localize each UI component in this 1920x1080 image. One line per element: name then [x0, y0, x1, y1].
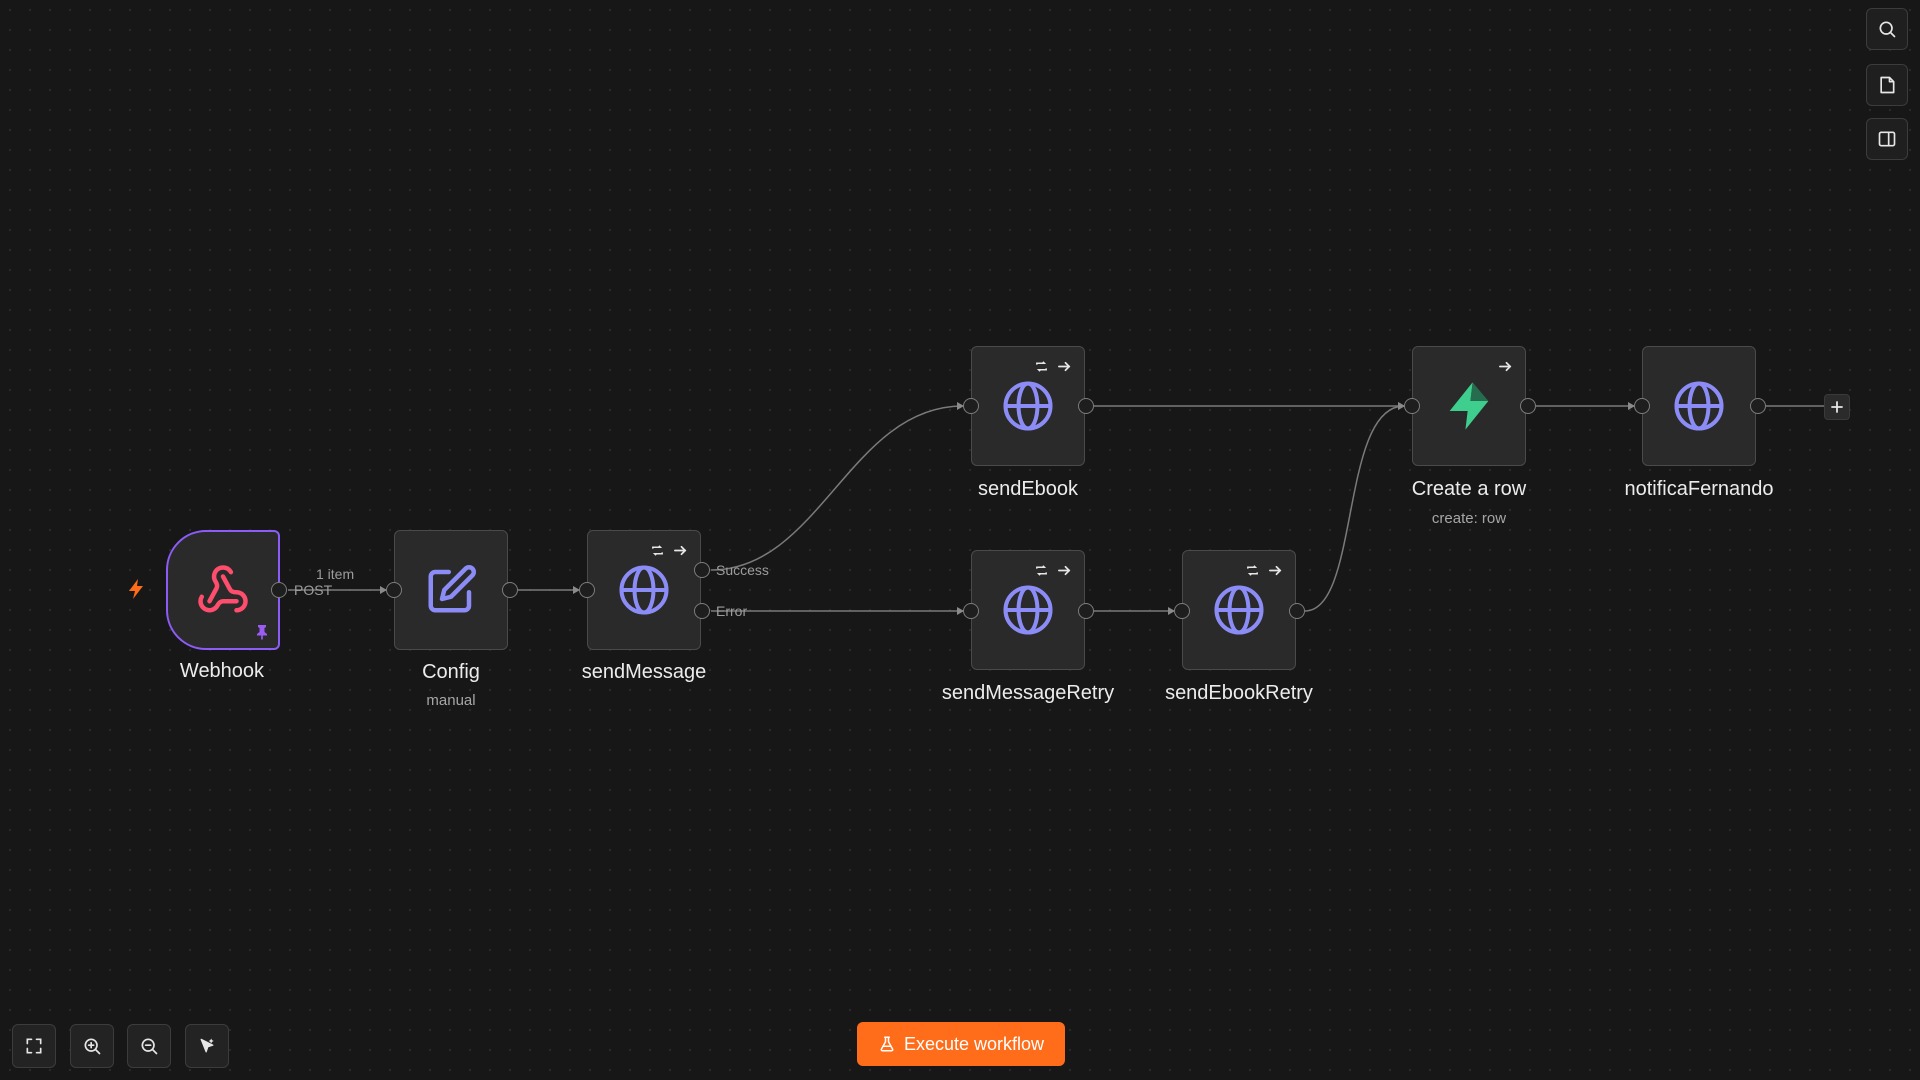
notifica-output-port[interactable] — [1750, 398, 1766, 414]
node-config[interactable] — [394, 530, 508, 650]
globe-icon — [617, 563, 671, 617]
add-node-button[interactable] — [1824, 394, 1850, 420]
search-icon — [1879, 21, 1896, 38]
config-input-port[interactable] — [386, 582, 402, 598]
connection-layer — [288, 402, 1824, 615]
globe-icon — [1212, 583, 1266, 637]
node-webhook[interactable] — [166, 530, 280, 650]
zoom-out-icon — [141, 1038, 158, 1055]
node-config-subtitle: manual — [426, 692, 476, 709]
node-sendebook[interactable] — [971, 346, 1085, 466]
node-notificafernando-label: notificaFernando — [1624, 478, 1774, 500]
notifica-input-port[interactable] — [1634, 398, 1650, 414]
sendmessage-success-port[interactable] — [694, 562, 710, 578]
sendmessageretry-input-port[interactable] — [963, 603, 979, 619]
tidy-up-icon — [200, 1038, 214, 1053]
arrow-right-icon — [1057, 359, 1072, 374]
node-createrow[interactable] — [1412, 346, 1526, 466]
webhook-output-label: POST — [294, 582, 333, 598]
sendebook-output-port[interactable] — [1078, 398, 1094, 414]
node-sendebookretry[interactable] — [1182, 550, 1296, 670]
node-sendebookretry-label: sendEbookRetry — [1165, 682, 1313, 704]
execute-workflow-label: Execute workflow — [903, 1033, 1045, 1054]
pin-icon — [257, 625, 267, 640]
node-sendmessage-label: sendMessage — [581, 661, 707, 683]
sticky-note-icon — [1880, 76, 1895, 94]
arrow-right-icon — [1268, 563, 1283, 578]
retry-icon — [1034, 359, 1049, 374]
webhook-output-port[interactable] — [271, 582, 287, 598]
zoom-in-button[interactable] — [70, 1024, 114, 1068]
node-createrow-label: Create a row — [1411, 478, 1527, 500]
node-sendmessageretry-label: sendMessageRetry — [941, 682, 1115, 704]
node-createrow-subtitle: create: row — [1431, 510, 1507, 527]
zoom-out-button[interactable] — [127, 1024, 171, 1068]
zoom-in-icon — [84, 1038, 101, 1055]
node-sendmessage[interactable] — [587, 530, 701, 650]
panel-toggle-icon — [1878, 131, 1896, 147]
createrow-input-port[interactable] — [1404, 398, 1420, 414]
node-sendebook-label: sendEbook — [977, 478, 1079, 500]
retry-icon — [650, 543, 665, 558]
add-sticky-note-button[interactable] — [1866, 64, 1908, 106]
execute-workflow-button[interactable]: Execute workflow — [857, 1022, 1065, 1066]
edge-sendebookretry-createrow[interactable] — [1304, 402, 1405, 612]
edit-icon — [424, 563, 478, 617]
globe-icon — [1672, 379, 1726, 433]
webhook-icon — [196, 563, 250, 617]
node-notificafernando[interactable] — [1642, 346, 1756, 466]
success-output-label: Success — [716, 562, 769, 578]
node-sendmessageretry[interactable] — [971, 550, 1085, 670]
plus-icon — [1831, 401, 1843, 413]
sendmessage-input-port[interactable] — [579, 582, 595, 598]
sendebookretry-output-port[interactable] — [1289, 603, 1305, 619]
arrow-right-icon — [1498, 359, 1513, 374]
createrow-output-port[interactable] — [1520, 398, 1536, 414]
toggle-panel-button[interactable] — [1866, 118, 1908, 160]
retry-icon — [1034, 563, 1049, 578]
fit-view-icon — [26, 1038, 42, 1054]
supabase-icon — [1442, 379, 1496, 433]
search-nodes-button[interactable] — [1866, 8, 1908, 50]
config-output-port[interactable] — [502, 582, 518, 598]
arrow-right-icon — [1057, 563, 1072, 578]
trigger-bolt-icon — [129, 579, 143, 599]
sendebookretry-input-port[interactable] — [1174, 603, 1190, 619]
flask-icon — [880, 1036, 894, 1052]
tidy-up-button[interactable] — [185, 1024, 229, 1068]
globe-icon — [1001, 379, 1055, 433]
retry-icon — [1245, 563, 1260, 578]
edge-item-count: 1 item — [316, 566, 355, 582]
arrow-right-icon — [673, 543, 688, 558]
globe-icon — [1001, 583, 1055, 637]
node-webhook-label: Webhook — [179, 660, 265, 682]
sendebook-input-port[interactable] — [963, 398, 979, 414]
fit-view-button[interactable] — [12, 1024, 56, 1068]
sendmessageretry-output-port[interactable] — [1078, 603, 1094, 619]
sendmessage-error-port[interactable] — [694, 603, 710, 619]
error-output-label: Error — [716, 603, 748, 619]
